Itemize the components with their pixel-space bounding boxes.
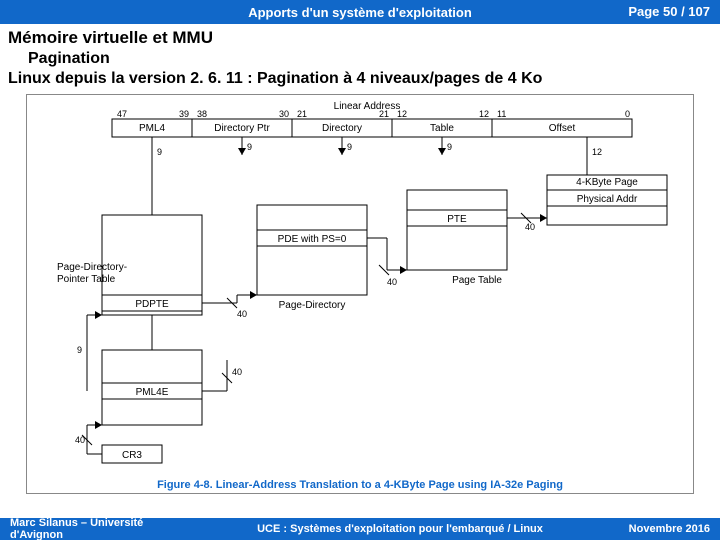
svg-text:Directory: Directory (322, 123, 362, 134)
footer-author: Marc Silanus – Université d'Avignon (10, 517, 190, 541)
svg-text:40: 40 (387, 277, 397, 287)
svg-text:PDE with PS=0: PDE with PS=0 (278, 234, 347, 245)
diagram-svg: Linear Address PML4 47 39 Directory Ptr … (27, 95, 709, 491)
slide-title: Apports d'un système d'exploitation (10, 5, 710, 20)
svg-text:Offset: Offset (549, 123, 576, 134)
heading-1: Mémoire virtuelle et MMU (8, 28, 712, 48)
svg-text:40: 40 (525, 222, 535, 232)
content-area: Mémoire virtuelle et MMU Pagination Linu… (0, 24, 720, 494)
footer-date: Novembre 2016 (610, 523, 710, 535)
svg-text:9: 9 (247, 142, 252, 152)
svg-text:11: 11 (497, 109, 506, 119)
svg-text:9: 9 (347, 142, 352, 152)
footer-course: UCE : Systèmes d'exploitation pour l'emb… (190, 523, 610, 535)
body-text: Linux depuis la version 2. 6. 11 : Pagin… (8, 70, 712, 88)
figure-caption: Figure 4-8. Linear-Address Translation t… (27, 479, 693, 491)
svg-text:21: 21 (297, 109, 307, 119)
heading-2: Pagination (28, 50, 712, 68)
page-table-box (407, 190, 507, 270)
svg-text:Page-Directory: Page-Directory (279, 300, 346, 311)
svg-text:21: 21 (379, 109, 389, 119)
linear-address-label: Linear Address (334, 101, 401, 112)
paging-diagram: Linear Address PML4 47 39 Directory Ptr … (26, 94, 694, 494)
svg-text:PDPTE: PDPTE (135, 299, 169, 310)
svg-text:9: 9 (157, 147, 162, 157)
svg-text:Page-Directory-: Page-Directory- (57, 262, 127, 273)
svg-text:CR3: CR3 (122, 450, 142, 461)
footer-bar: Marc Silanus – Université d'Avignon UCE … (0, 518, 720, 540)
svg-text:38: 38 (197, 109, 207, 119)
svg-text:12: 12 (397, 109, 407, 119)
svg-text:0: 0 (625, 109, 630, 119)
svg-text:PML4E: PML4E (136, 387, 169, 398)
linear-address-fields: PML4 47 39 Directory Ptr 38 30 Directory… (112, 109, 632, 137)
svg-text:40: 40 (237, 309, 247, 319)
svg-text:30: 30 (279, 109, 289, 119)
svg-text:Physical Addr: Physical Addr (577, 194, 638, 205)
svg-text:PTE: PTE (447, 214, 467, 225)
svg-text:9: 9 (77, 345, 82, 355)
svg-text:9: 9 (447, 142, 452, 152)
svg-text:Directory Ptr: Directory Ptr (214, 123, 270, 134)
svg-text:4-KByte Page: 4-KByte Page (576, 177, 638, 188)
svg-text:39: 39 (179, 109, 189, 119)
svg-text:12: 12 (592, 147, 602, 157)
svg-text:Page Table: Page Table (452, 275, 502, 286)
svg-text:Table: Table (430, 123, 454, 134)
svg-text:47: 47 (117, 109, 127, 119)
svg-text:PML4: PML4 (139, 123, 166, 134)
page-number: Page 50 / 107 (628, 4, 710, 19)
svg-text:12: 12 (479, 109, 489, 119)
svg-text:40: 40 (232, 367, 242, 377)
svg-text:Pointer Table: Pointer Table (57, 274, 116, 285)
header-bar: Apports d'un système d'exploitation Page… (0, 0, 720, 24)
page-directory-box (257, 205, 367, 295)
